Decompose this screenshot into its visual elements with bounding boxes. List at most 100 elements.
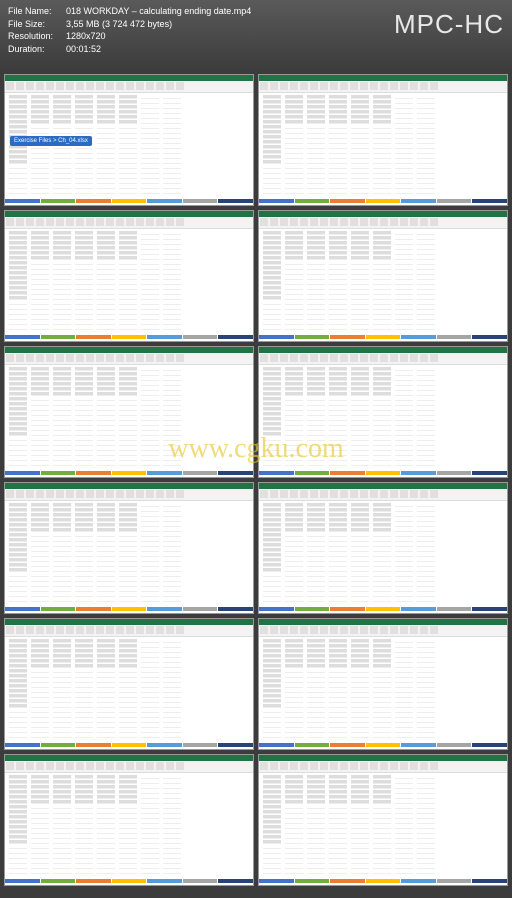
cell [31,175,49,179]
cell [373,785,391,789]
cell [307,185,325,189]
cell [141,170,159,174]
table-row [9,397,249,401]
cell [9,100,27,104]
cell [263,734,281,738]
video-thumbnail[interactable] [4,618,254,750]
cell [119,800,137,804]
cell [31,795,49,799]
cell [97,674,115,678]
video-thumbnail[interactable] [258,482,508,614]
cell [395,780,413,784]
cell [285,377,303,381]
cell [307,553,325,557]
cell [75,820,93,824]
table-row [263,598,503,602]
cell [53,563,71,567]
video-thumbnail[interactable] [258,618,508,750]
cell [141,271,159,275]
cell [9,644,27,648]
video-thumbnail[interactable] [258,74,508,206]
cell [417,432,435,436]
cell [395,870,413,874]
cell [263,190,281,194]
cell [75,518,93,522]
cell [119,729,137,733]
sheet-tab [41,879,76,883]
cell [307,452,325,456]
video-thumbnail[interactable] [4,754,254,886]
ribbon-button [340,82,348,90]
cell [31,508,49,512]
cell [75,432,93,436]
cell [9,654,27,658]
video-thumbnail[interactable] [258,754,508,886]
cell [141,719,159,723]
table-row [263,639,503,643]
cell [119,392,137,396]
cell [75,372,93,376]
sheet-tab [5,199,40,203]
video-thumbnail[interactable] [4,482,254,614]
sheet-tab [183,743,218,747]
ribbon-button [36,490,44,498]
cell [417,276,435,280]
cell [119,402,137,406]
ribbon-button [330,762,338,770]
cell [9,553,27,557]
cell [263,558,281,562]
ribbon-button [156,82,164,90]
file-name-label: File Name: [8,5,66,18]
cell [329,790,347,794]
cell [351,780,369,784]
cell [373,180,391,184]
cell [329,734,347,738]
sheet-tabs [5,471,253,477]
cell [97,704,115,708]
cell [417,457,435,461]
cell [263,256,281,260]
cell [141,447,159,451]
cell [53,558,71,562]
cell [97,281,115,285]
cell [329,598,347,602]
table-row [263,729,503,733]
cell [373,175,391,179]
cell [141,775,159,779]
cell [395,326,413,330]
cell [329,155,347,159]
ribbon-button [370,354,378,362]
cell [9,815,27,819]
cell [263,523,281,527]
cell [417,538,435,542]
video-thumbnail[interactable] [4,346,254,478]
cell [53,105,71,109]
cell [75,412,93,416]
cell [395,372,413,376]
table-row [9,246,249,250]
cell [395,301,413,305]
cell [417,855,435,859]
cell [351,845,369,849]
cell [9,810,27,814]
cell [75,382,93,386]
breadcrumb-tooltip: Exercise Files > Ch_04.xlsx [10,136,92,146]
cell [417,311,435,315]
cell [329,321,347,325]
cell [373,840,391,844]
cell [417,714,435,718]
video-thumbnail[interactable] [258,210,508,342]
cell [9,820,27,824]
cell [263,326,281,330]
video-thumbnail[interactable] [4,210,254,342]
video-thumbnail[interactable] [258,346,508,478]
cell [97,503,115,507]
table-row [9,281,249,285]
sheet-tab [5,471,40,475]
cell [119,311,137,315]
cell [351,145,369,149]
cell [97,140,115,144]
cell [97,392,115,396]
cell [9,180,27,184]
cell [9,503,27,507]
